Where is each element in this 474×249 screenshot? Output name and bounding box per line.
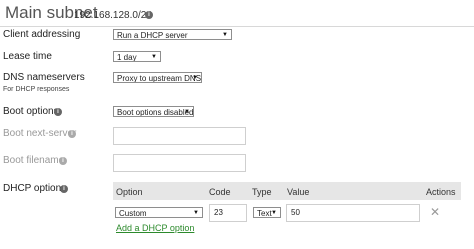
column-header-type: Type [252, 187, 272, 197]
lease-time-value: 1 day [117, 53, 137, 62]
boot-next-server-input[interactable] [113, 127, 246, 145]
column-header-value: Value [287, 187, 310, 197]
boot-filename-input[interactable] [113, 154, 246, 172]
chevron-down-icon: ▼ [192, 75, 198, 81]
dhcp-option-type-value: Text [257, 209, 272, 218]
boot-next-server-label: Boot next-server [3, 128, 77, 139]
info-icon[interactable]: i [59, 157, 67, 165]
chevron-down-icon: ▼ [151, 54, 157, 60]
client-addressing-label: Client addressing [3, 29, 81, 40]
dhcp-option-value: Custom [119, 209, 147, 218]
lease-time-select[interactable]: 1 day ▼ [113, 51, 161, 62]
info-icon[interactable]: i [60, 185, 68, 193]
column-header-actions: Actions [426, 187, 456, 197]
boot-options-label: Boot options [3, 106, 59, 117]
add-dhcp-option-link[interactable]: Add a DHCP option [116, 223, 194, 233]
subnet-address: 192.168.128.0/24 [74, 10, 152, 21]
dns-nameservers-value: Proxy to upstream DNS [117, 74, 202, 83]
client-addressing-value: Run a DHCP server [117, 31, 188, 40]
chevron-down-icon: ▼ [271, 210, 277, 216]
dhcp-options-label: DHCP options [3, 183, 67, 194]
column-header-code: Code [209, 187, 231, 197]
dhcp-option-type-select[interactable]: Text ▼ [253, 207, 281, 218]
dns-nameservers-sublabel: For DHCP responses [3, 86, 70, 93]
chevron-down-icon: ▼ [193, 210, 199, 216]
client-addressing-select[interactable]: Run a DHCP server ▼ [113, 29, 232, 40]
boot-options-select[interactable]: Boot options disabled ▼ [113, 106, 194, 117]
chevron-down-icon: ▼ [222, 32, 228, 38]
info-icon[interactable]: i [145, 11, 153, 19]
dns-nameservers-select[interactable]: Proxy to upstream DNS ▼ [113, 72, 202, 83]
boot-options-value: Boot options disabled [117, 108, 194, 117]
dhcp-option-code-input[interactable]: 23 [209, 204, 247, 222]
lease-time-label: Lease time [3, 51, 52, 62]
close-icon[interactable]: ✕ [430, 205, 440, 219]
boot-filename-label: Boot filename [3, 155, 65, 166]
header-divider [0, 26, 474, 27]
chevron-down-icon: ▼ [184, 109, 190, 115]
dhcp-option-value-input[interactable]: 50 [286, 204, 420, 222]
info-icon[interactable]: i [68, 130, 76, 138]
dhcp-option-select[interactable]: Custom ▼ [115, 207, 203, 218]
column-header-option: Option [116, 187, 143, 197]
info-icon[interactable]: i [54, 108, 62, 116]
dns-nameservers-label: DNS nameservers [3, 72, 85, 83]
